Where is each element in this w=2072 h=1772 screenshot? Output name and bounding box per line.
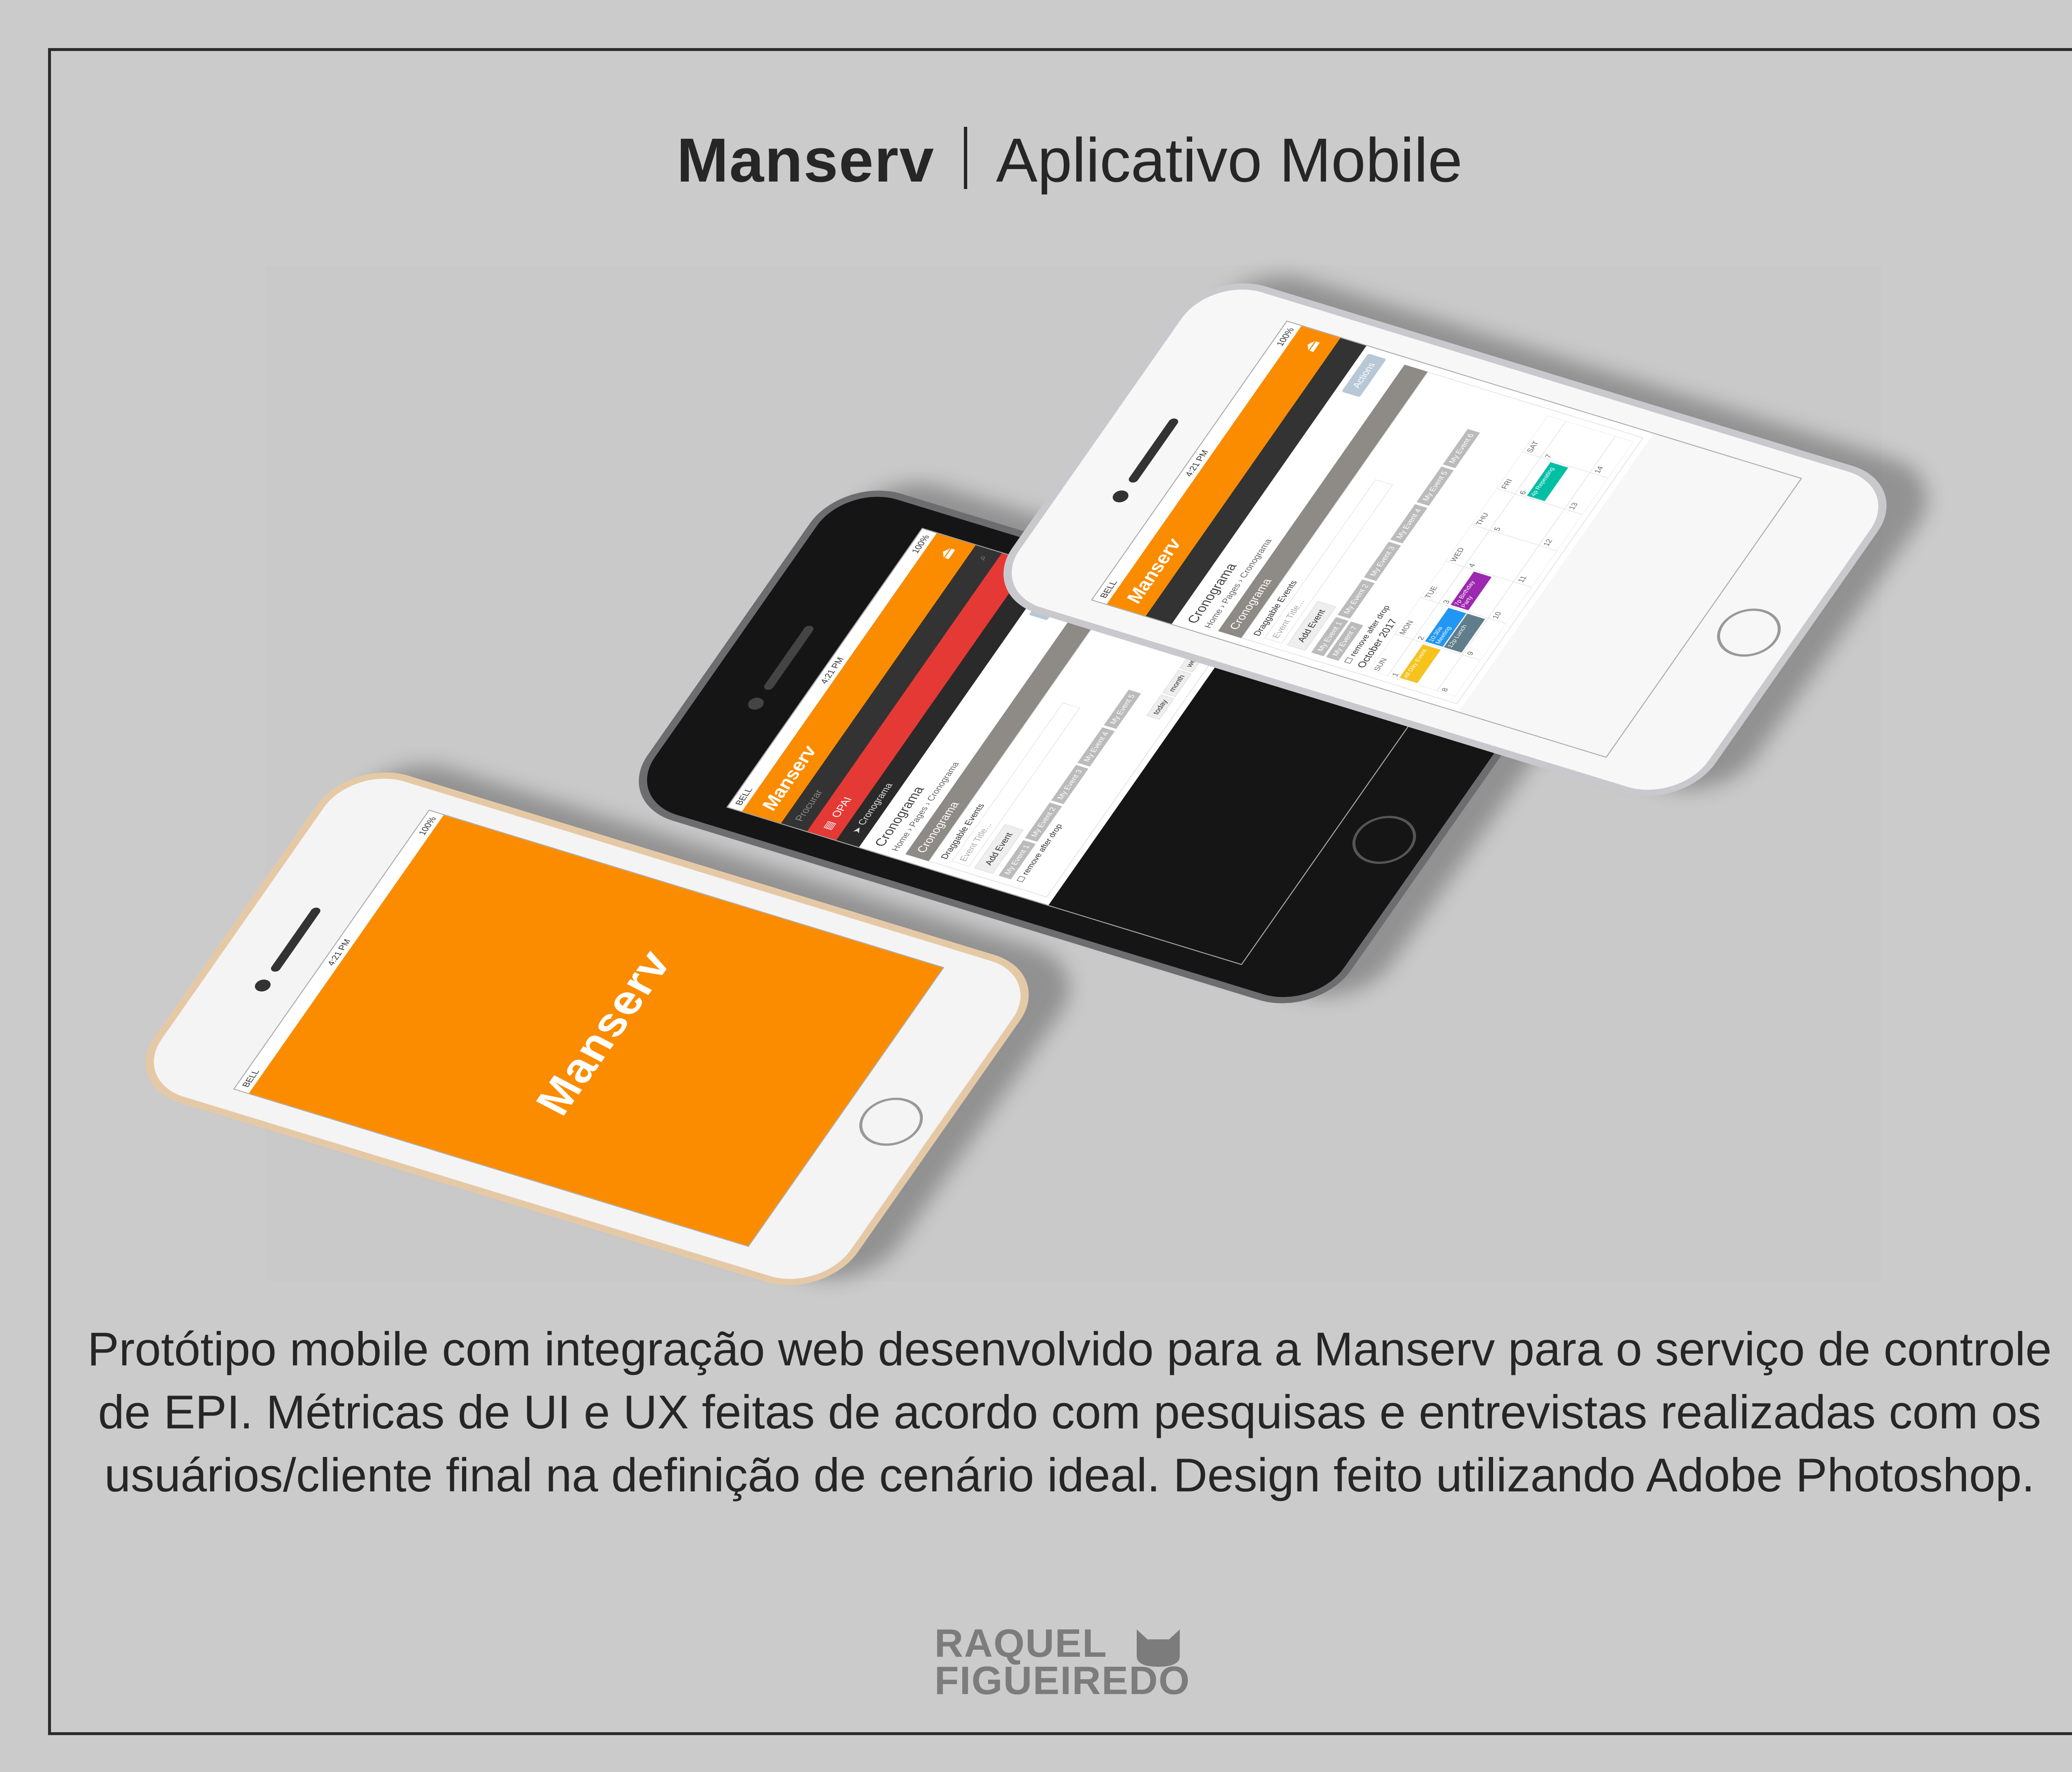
day-number: 10: [1490, 611, 1503, 620]
event-chip[interactable]: My Event 6: [1443, 429, 1480, 468]
camera-icon: [1110, 489, 1131, 504]
event-chip[interactable]: My Event 2: [1337, 579, 1375, 619]
day-number: 5: [1492, 526, 1503, 532]
list-icon: ▤: [820, 819, 838, 831]
day-number: 11: [1516, 575, 1529, 584]
page-title: Manserv Aplicativo Mobile: [0, 124, 2072, 196]
day-number: 13: [1567, 502, 1580, 511]
brand-name: Manserv: [676, 125, 935, 195]
day-number: 3: [1441, 599, 1452, 605]
day-number: 2: [1416, 635, 1426, 641]
day-number: 8: [1439, 687, 1450, 693]
cat-icon: [1137, 1629, 1180, 1667]
mockup-area: BELL 4:21 PM 100% Manserv BELL 4:21 PM 1…: [121, 265, 1911, 1300]
speaker-grille: [269, 907, 322, 973]
day-number: 6: [1518, 490, 1528, 496]
event-chip[interactable]: My Event 3: [1364, 541, 1402, 581]
event-chip[interactable]: My Event 4: [1390, 504, 1428, 543]
camera-icon: [252, 978, 274, 994]
project-description: Protótipo mobile com integração web dese…: [87, 1323, 2052, 1502]
camera-icon: [745, 696, 767, 712]
day-number: 1: [1390, 671, 1401, 678]
subtitle: Aplicativo Mobile: [996, 125, 1463, 195]
logout-icon[interactable]: ⏏: [1298, 337, 1324, 354]
day-number: 9: [1465, 650, 1476, 657]
calendar-event[interactable]: 7p Birthday Party: [1450, 571, 1492, 611]
logout-icon[interactable]: ⏏: [934, 545, 959, 562]
calendar-event[interactable]: All Day Event: [1399, 644, 1441, 684]
phone-screen: BELL 4:21 PM 100% Manserv: [233, 810, 944, 1247]
search-icon[interactable]: ⌕: [975, 554, 990, 562]
day-number: 12: [1541, 538, 1554, 547]
manserv-logo: Manserv: [522, 945, 684, 1120]
day-number: 7: [1543, 453, 1554, 459]
speaker-grille: [762, 625, 816, 691]
menu-item-label: OPAI: [828, 795, 854, 819]
home-button[interactable]: [847, 1091, 935, 1153]
home-button[interactable]: [1341, 809, 1428, 871]
calendar-event[interactable]: 4p Repeating: [1526, 462, 1569, 502]
title-divider: [963, 127, 967, 189]
splash-screen: Manserv: [249, 815, 944, 1247]
event-chip[interactable]: My Event 5: [1416, 466, 1454, 506]
speaker-grille: [1127, 417, 1180, 484]
home-button[interactable]: [1705, 601, 1793, 664]
day-number: 4: [1467, 562, 1477, 569]
day-number: 14: [1592, 465, 1605, 475]
